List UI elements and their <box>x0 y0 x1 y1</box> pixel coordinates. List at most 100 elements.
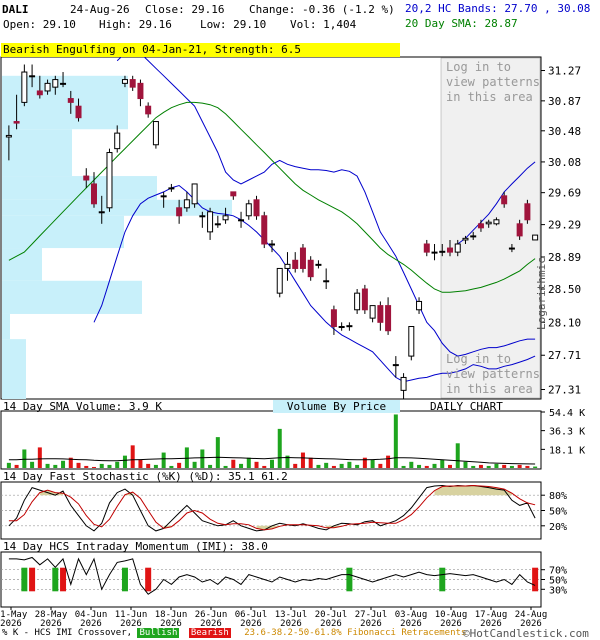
candle-body <box>230 191 237 197</box>
volume-bar <box>331 465 336 468</box>
candle-body <box>214 223 221 226</box>
candle-body <box>91 183 97 205</box>
candle-body <box>52 79 59 88</box>
volume-bar <box>84 465 89 468</box>
volume-bar <box>300 452 305 468</box>
volume-bar <box>347 461 352 468</box>
candle-body <box>199 215 206 218</box>
imi-crossover-marker <box>532 567 539 592</box>
price-tick-label: 31.27 <box>548 65 581 78</box>
imi-crossover-marker <box>52 567 59 592</box>
candle-body <box>276 267 283 294</box>
candle-body <box>462 237 469 241</box>
candle-body <box>346 325 353 328</box>
volume-bar <box>99 463 104 468</box>
vbp-bar <box>2 313 10 340</box>
stochastic-layer: 80% 50% 20% <box>0 481 567 540</box>
vbp-bar <box>2 176 157 200</box>
volume-bar <box>6 462 11 468</box>
price-tick-label: 30.08 <box>548 156 581 169</box>
volume-bar <box>208 464 213 468</box>
volume-bar <box>339 463 344 468</box>
vbp-bar <box>2 339 26 399</box>
price-tick-label: 30.87 <box>548 95 581 108</box>
volume-bar <box>37 447 42 468</box>
volume-bar <box>455 443 460 468</box>
candle-body <box>299 247 306 269</box>
volume-tick-label: 54.4 K <box>549 408 585 419</box>
volume-layer: 54.4 K 36.3 K 18.1 K <box>0 408 585 470</box>
imi-title: 14 Day HCS Intraday Momentum (IMI): 38.0 <box>3 540 268 553</box>
candle-body <box>416 300 423 311</box>
volume-bar <box>277 428 282 468</box>
candle-body <box>392 364 399 367</box>
candle-body <box>516 223 523 237</box>
copyright[interactable]: ©HotCandlestick.com <box>463 627 589 640</box>
vbp-bar <box>2 215 124 249</box>
candle-body <box>470 235 477 238</box>
bullish-legend: Bullish <box>137 628 180 638</box>
volume-bar <box>45 463 50 468</box>
stochastic-tick-label: 80% <box>549 491 567 502</box>
candle-body <box>121 79 128 84</box>
volume-bar <box>308 457 313 468</box>
volume-bar <box>30 461 35 468</box>
candle-body <box>485 221 492 225</box>
pattern-banner: Bearish Engulfing on 04-Jan-21, Strength… <box>1 43 400 57</box>
volume-bar <box>53 464 58 468</box>
scale-label: Logarithmic <box>535 257 548 330</box>
volume-bar <box>107 464 112 468</box>
volume-bar <box>192 461 197 468</box>
imi-crossover-marker <box>121 567 128 592</box>
candle-body <box>137 82 144 100</box>
volume-bar <box>153 464 158 468</box>
candle-body <box>307 259 314 278</box>
candle-body <box>44 82 51 92</box>
price-tick-label: 27.31 <box>548 383 581 396</box>
volume-bar <box>262 465 267 468</box>
volume-bar <box>270 459 274 468</box>
candle-body <box>21 71 28 103</box>
volume-bar <box>130 445 135 468</box>
volume-bar <box>478 464 483 468</box>
candle-body <box>106 152 113 209</box>
candle-body <box>292 259 299 269</box>
login-note-top[interactable]: Log in to view patterns in this area <box>446 60 540 105</box>
volume-bar <box>22 449 27 468</box>
volume-bar <box>200 449 205 468</box>
candle-body <box>338 326 345 329</box>
candle-body <box>36 90 43 96</box>
volume-bar <box>386 455 391 468</box>
volume-bar <box>138 459 143 468</box>
volume-bar <box>215 437 220 468</box>
vbp-bar <box>2 280 142 314</box>
price-tick-label: 28.50 <box>548 283 581 296</box>
volume-bar <box>293 463 298 468</box>
candle-body <box>67 98 74 103</box>
candle-body <box>191 183 198 205</box>
volume-bar <box>14 464 19 468</box>
login-note-line: in this area <box>446 382 533 396</box>
stochastic-title: 14 Day Fast Stochastic (%K) (%D): 35.1 6… <box>3 470 288 483</box>
volume-bar <box>355 464 360 468</box>
imi-tick-label: 30% <box>549 585 567 596</box>
candle-body <box>222 215 229 221</box>
candle-body <box>284 263 291 269</box>
volume-bar <box>393 414 398 468</box>
price-tick-label: 29.29 <box>548 219 581 232</box>
volume-bar <box>76 462 81 468</box>
candle-body <box>207 211 214 233</box>
login-note-line: in this area <box>446 90 533 104</box>
volume-bar <box>122 455 127 468</box>
volume-bar <box>533 466 538 468</box>
candle-body <box>361 288 368 311</box>
candle-body <box>524 203 531 221</box>
login-note-bottom[interactable]: Log in to view patterns in this area <box>446 352 540 397</box>
volume-bar <box>424 465 429 468</box>
volume-tick-label: 18.1 K <box>549 445 585 456</box>
imi-layer: 70%50%30% <box>0 551 567 608</box>
candle-body <box>454 243 461 253</box>
volume-bar <box>169 465 174 468</box>
volume-bar <box>448 464 452 468</box>
volume-bar <box>409 461 414 468</box>
